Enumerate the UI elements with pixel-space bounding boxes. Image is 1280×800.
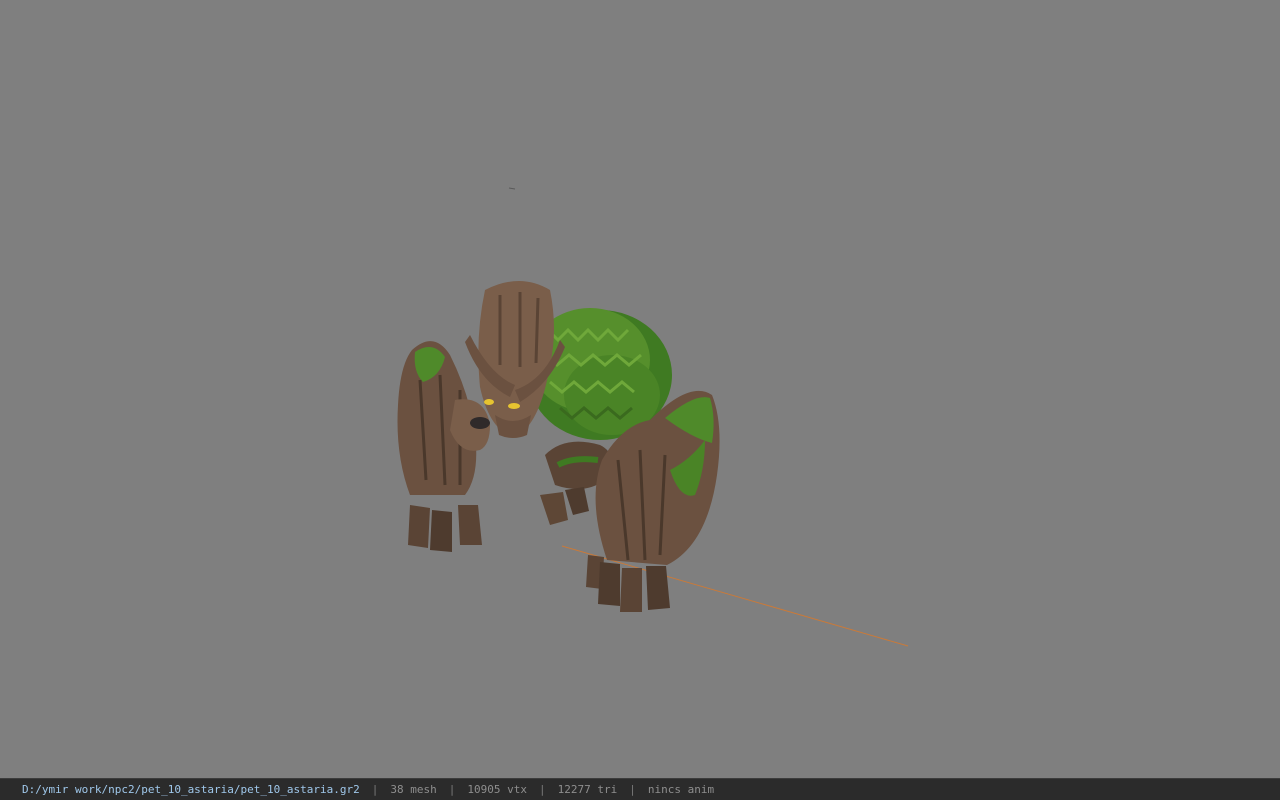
vertex-count: 10905 vtx [467,783,527,796]
pivot-mark [508,187,516,190]
file-path: D:/ymir work/npc2/pet_10_astaria/pet_10_… [22,783,360,796]
separator: | [538,783,546,796]
triangle-count: 12277 tri [557,783,618,796]
separator: | [371,783,379,796]
3d-viewport[interactable] [0,0,1280,778]
animation-status: nincs anim [647,783,715,796]
left-arm [397,341,490,552]
separator: | [629,783,636,796]
model-render [397,187,909,647]
mesh-count: 38 mesh [390,783,437,796]
separator: | [448,783,456,796]
status-bar: D:/ymir work/npc2/pet_10_astaria/pet_10_… [0,778,1280,800]
